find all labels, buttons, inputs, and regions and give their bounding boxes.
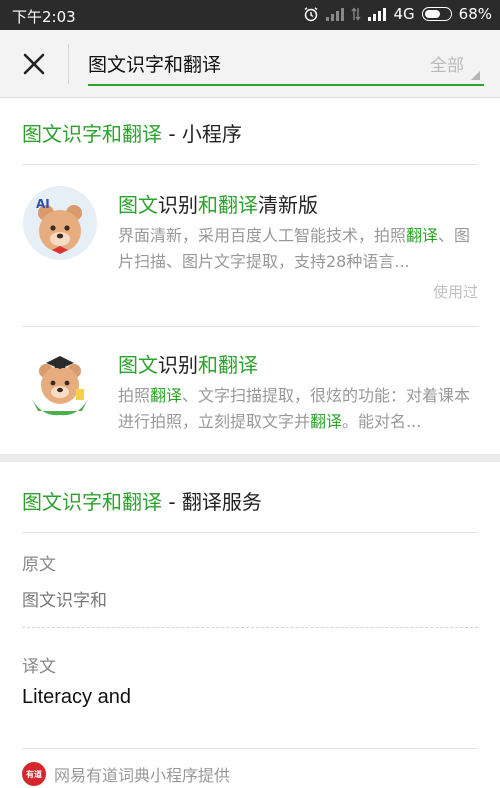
bear-ai-avatar-icon: AI (22, 185, 98, 261)
bear-graduate-avatar-icon (22, 345, 98, 421)
network-type: 4G (393, 5, 415, 23)
search-input[interactable] (88, 48, 408, 78)
search-header: 全部 (0, 30, 500, 98)
battery-icon (421, 7, 452, 21)
translate-section-title: 图文识字和翻译 - 翻译服务 (22, 490, 262, 514)
translate-section: 图文识字和翻译 - 翻译服务 原文 图文识字和 译文 Literacy and … (0, 462, 500, 788)
provider-divider (22, 748, 478, 749)
search-scope-selector[interactable]: 全部 (430, 51, 464, 76)
provider-attribution[interactable]: 有道 网易有道词典小程序提供 (22, 762, 230, 786)
scope-dropdown-corner-icon[interactable] (471, 71, 480, 80)
status-bar: 下午2:03 4G 68% (0, 0, 500, 30)
source-label: 原文 (22, 555, 56, 575)
miniprogram-item[interactable]: 图文识别和翻译 拍照翻译、文字扫描提取，很炫的功能：对着课本进行拍照，立刻提取文… (0, 327, 500, 454)
translation-result[interactable]: Literacy and (22, 686, 131, 709)
battery-percent: 68% (458, 5, 492, 23)
data-arrows-icon (351, 7, 361, 21)
signal-sim1-icon (326, 7, 345, 21)
signal-sim2-icon (368, 7, 387, 21)
miniprogram-section: 图文识字和翻译 - 小程序 AI 图文识别和翻译清新版 界面清新，采用百度人工智… (0, 98, 500, 454)
miniprogram-title: 图文识别和翻译 (118, 353, 258, 377)
search-box[interactable]: 全部 (88, 42, 484, 86)
header-divider (68, 44, 69, 84)
status-indicators: 4G 68% (303, 5, 492, 23)
svg-text:AI: AI (36, 197, 50, 211)
dashed-divider (22, 627, 478, 628)
provider-text: 网易有道词典小程序提供 (54, 766, 231, 785)
alarm-icon (305, 7, 318, 22)
search-underline (88, 84, 484, 86)
miniprogram-section-title: 图文识字和翻译 - 小程序 (22, 122, 242, 146)
miniprogram-item[interactable]: AI 图文识别和翻译清新版 界面清新，采用百度人工智能技术，拍照翻译、图片扫描、… (0, 165, 500, 327)
source-text[interactable]: 图文识字和 (22, 586, 107, 611)
miniprogram-title: 图文识别和翻译清新版 (118, 193, 318, 217)
status-time: 下午2:03 (12, 8, 76, 26)
miniprogram-description: 界面清新，采用百度人工智能技术，拍照翻译、图片扫描、图片文字提取，支持28种语言… (118, 226, 471, 271)
miniprogram-description: 拍照翻译、文字扫描提取，很炫的功能：对着课本进行拍照，立刻提取文字并翻译。能对名… (118, 386, 471, 431)
used-before-label: 使用过 (432, 283, 478, 301)
target-label: 译文 (22, 657, 56, 677)
youdao-logo-icon: 有道 (22, 762, 46, 786)
section-divider (22, 532, 478, 533)
close-button[interactable] (18, 48, 50, 80)
close-icon (23, 53, 45, 75)
